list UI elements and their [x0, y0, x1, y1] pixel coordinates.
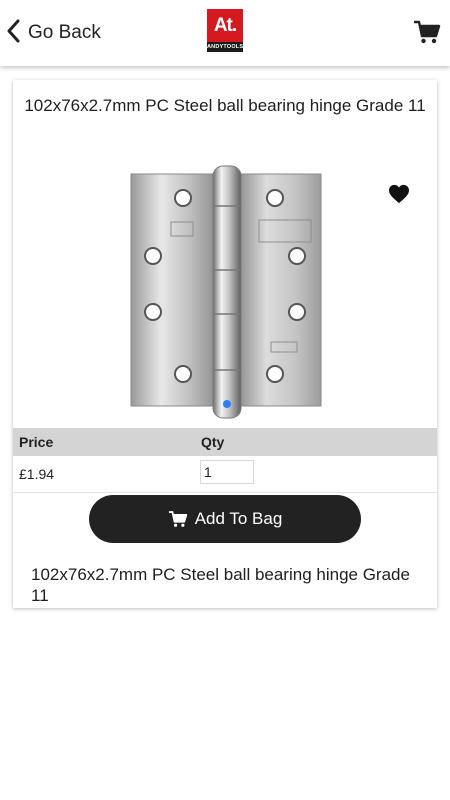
favorite-button[interactable]	[388, 184, 410, 204]
product-card: 102x76x2.7mm PC Steel ball bearing hinge…	[13, 80, 437, 608]
product-description: 102x76x2.7mm PC Steel ball bearing hinge…	[31, 565, 410, 605]
add-to-bag-button[interactable]: Add To Bag	[89, 495, 361, 543]
logo-subtext: ANDYTOOLS	[207, 42, 244, 52]
product-title: 102x76x2.7mm PC Steel ball bearing hinge…	[24, 96, 426, 115]
go-back-label: Go Back	[28, 22, 101, 43]
go-back-button[interactable]: Go Back	[6, 18, 101, 48]
chevron-left-icon	[6, 19, 22, 48]
cart-button[interactable]	[413, 18, 441, 46]
quantity-input[interactable]	[200, 460, 254, 484]
table-row: £1.94	[13, 456, 437, 493]
price-value: £1.94	[19, 466, 55, 482]
cart-icon	[168, 511, 187, 527]
brand-logo[interactable]: At. ANDYTOOLS	[207, 9, 243, 52]
price-qty-table: Price Qty £1.94	[13, 428, 437, 493]
product-image[interactable]	[125, 164, 325, 424]
logo-mark: At.	[207, 9, 243, 42]
app-header: Go Back At. ANDYTOOLS	[0, 0, 450, 66]
heart-icon	[389, 184, 409, 204]
qty-column-header: Qty	[201, 434, 225, 450]
table-header-row: Price Qty	[13, 428, 437, 456]
add-to-bag-label: Add To Bag	[194, 509, 283, 528]
cart-icon	[414, 20, 441, 44]
price-column-header: Price	[19, 434, 54, 450]
